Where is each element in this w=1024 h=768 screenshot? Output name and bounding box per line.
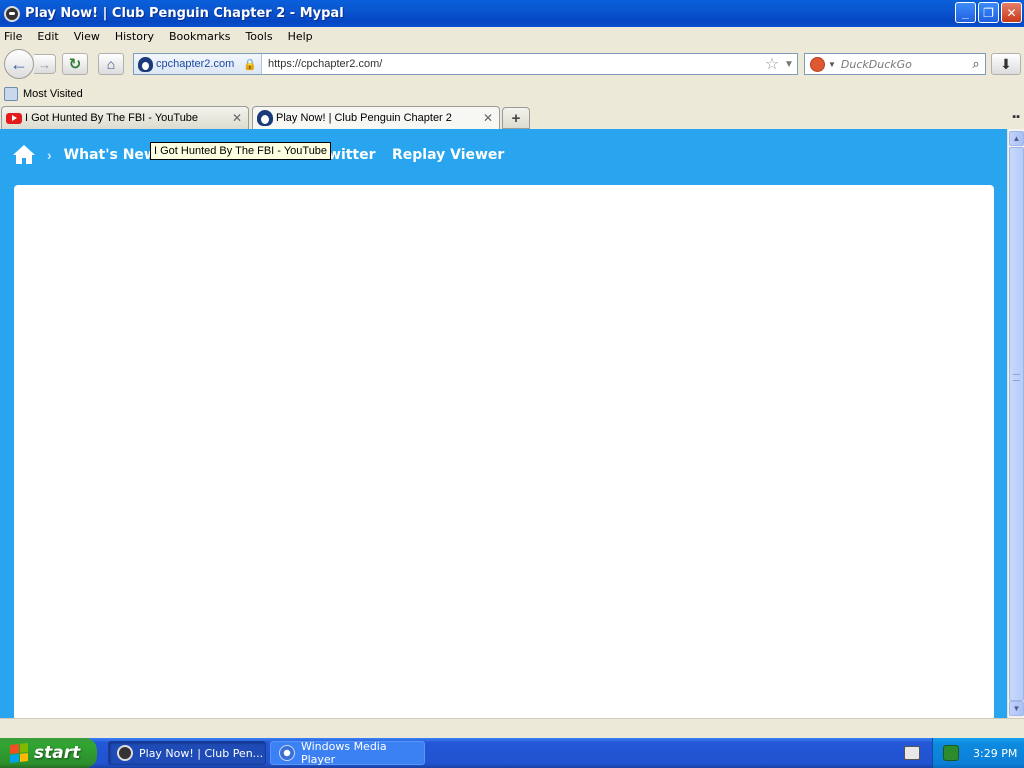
taskbar-item-label: Windows Media Player: [300, 740, 387, 766]
site-identity-label: cpchapter2.com: [156, 58, 235, 70]
back-button[interactable]: ←: [4, 49, 34, 79]
windows-flag-icon: [10, 743, 28, 763]
window-titlebar: Play Now! | Club Penguin Chapter 2 - Myp…: [0, 0, 1024, 27]
back-arrow-icon: ←: [10, 53, 28, 74]
menu-view[interactable]: View: [74, 30, 100, 43]
site-home-icon[interactable]: [13, 145, 35, 165]
penguin-favicon-icon: [138, 56, 153, 72]
downloads-button[interactable]: ⬇: [991, 53, 1021, 75]
keyboard-icon[interactable]: [904, 746, 920, 760]
duckduckgo-icon[interactable]: [810, 56, 825, 72]
search-box[interactable]: ▼ DuckDuckGo ⌕: [804, 53, 986, 75]
maximize-button[interactable]: ❐: [978, 2, 999, 23]
menu-bookmarks[interactable]: Bookmarks: [169, 30, 230, 43]
mypal-app-icon[interactable]: [4, 5, 20, 22]
mypal-app-icon: [117, 745, 133, 761]
list-all-tabs-icon[interactable]: ▪▪: [1012, 111, 1020, 123]
bookmark-most-visited[interactable]: Most Visited: [23, 88, 83, 100]
search-engine-dropdown-icon[interactable]: ▼: [828, 60, 836, 69]
search-icon[interactable]: ⌕: [967, 56, 985, 72]
menu-edit[interactable]: Edit: [37, 30, 58, 43]
window-title: Play Now! | Club Penguin Chapter 2 - Myp…: [25, 6, 344, 21]
reload-button[interactable]: ↻: [62, 53, 88, 75]
nav-link-whats-new[interactable]: What's New: [64, 147, 157, 163]
forward-arrow-icon: →: [38, 56, 51, 72]
window-controls: _ ❐ ✕: [955, 2, 1022, 23]
tab-tooltip: I Got Hunted By The FBI - YouTube: [150, 142, 332, 160]
penguin-favicon-icon: [257, 110, 273, 126]
taskbar-item-mypal[interactable]: Play Now! | Club Pen...: [108, 741, 266, 765]
chevron-right-icon: ›: [47, 147, 52, 163]
url-dropdown-icon[interactable]: ▼: [781, 59, 797, 70]
search-input[interactable]: DuckDuckGo: [841, 58, 967, 71]
tab-club-penguin[interactable]: Play Now! | Club Penguin Chapter 2 ✕: [252, 106, 500, 129]
nav-link-replay-viewer[interactable]: Replay Viewer: [392, 147, 504, 163]
tab-youtube[interactable]: I Got Hunted By The FBI - YouTube ✕: [1, 106, 249, 129]
taskbar-item-label: Play Now! | Club Pen...: [139, 746, 264, 760]
forward-button[interactable]: →: [34, 54, 56, 74]
menu-file[interactable]: File: [4, 30, 22, 43]
reload-icon: ↻: [68, 56, 82, 73]
game-frame[interactable]: [14, 185, 994, 718]
minimize-button[interactable]: _: [955, 2, 976, 23]
tab-label: Play Now! | Club Penguin Chapter 2: [276, 112, 452, 124]
tab-close-icon[interactable]: ✕: [230, 111, 244, 125]
scrollbar-thumb[interactable]: [1009, 147, 1024, 701]
close-button[interactable]: ✕: [1001, 2, 1022, 23]
home-button[interactable]: ⌂: [98, 53, 124, 75]
url-input[interactable]: https://cpchapter2.com/: [262, 58, 763, 70]
media-player-icon: [279, 745, 295, 761]
plus-icon: +: [511, 109, 521, 127]
menu-history[interactable]: History: [115, 30, 154, 43]
taskbar-item-media-player[interactable]: Windows Media Player: [270, 740, 425, 766]
clock[interactable]: 3:29 PM: [973, 747, 1017, 760]
menu-bar: File Edit View History Bookmarks Tools H…: [0, 27, 1024, 46]
site-identity-button[interactable]: cpchapter2.com 🔒: [134, 54, 262, 74]
youtube-icon: [6, 112, 22, 124]
home-icon: ⌂: [106, 56, 116, 72]
scroll-down-arrow-icon[interactable]: ▼: [1009, 701, 1024, 716]
url-bar[interactable]: cpchapter2.com 🔒 https://cpchapter2.com/…: [133, 53, 798, 75]
page-content: › What's New Twitter Replay Viewer: [0, 129, 1007, 718]
start-label: start: [34, 743, 81, 763]
system-tray: 3:29 PM: [932, 738, 1024, 768]
vertical-scrollbar[interactable]: ▲ ▼: [1007, 129, 1024, 718]
status-bar: [0, 718, 1024, 738]
menu-tools[interactable]: Tools: [245, 30, 272, 43]
start-button[interactable]: start: [0, 738, 97, 768]
lock-icon: 🔒: [243, 58, 257, 71]
navigation-toolbar: ← → ↻ ⌂ cpchapter2.com 🔒 https://cpchapt…: [0, 46, 1024, 82]
scroll-up-arrow-icon[interactable]: ▲: [1009, 131, 1024, 146]
menu-help[interactable]: Help: [288, 30, 313, 43]
tab-label: I Got Hunted By The FBI - YouTube: [25, 112, 199, 124]
network-icon[interactable]: [943, 745, 959, 761]
tab-close-icon[interactable]: ✕: [481, 111, 495, 125]
download-arrow-icon: ⬇: [1000, 55, 1012, 72]
new-tab-button[interactable]: +: [502, 107, 530, 129]
tab-strip: I Got Hunted By The FBI - YouTube ✕ Play…: [0, 105, 1024, 129]
bookmark-star-icon[interactable]: ☆: [763, 54, 781, 74]
bookmarks-toolbar: Most Visited: [0, 84, 1024, 104]
most-visited-folder-icon: [4, 87, 18, 101]
